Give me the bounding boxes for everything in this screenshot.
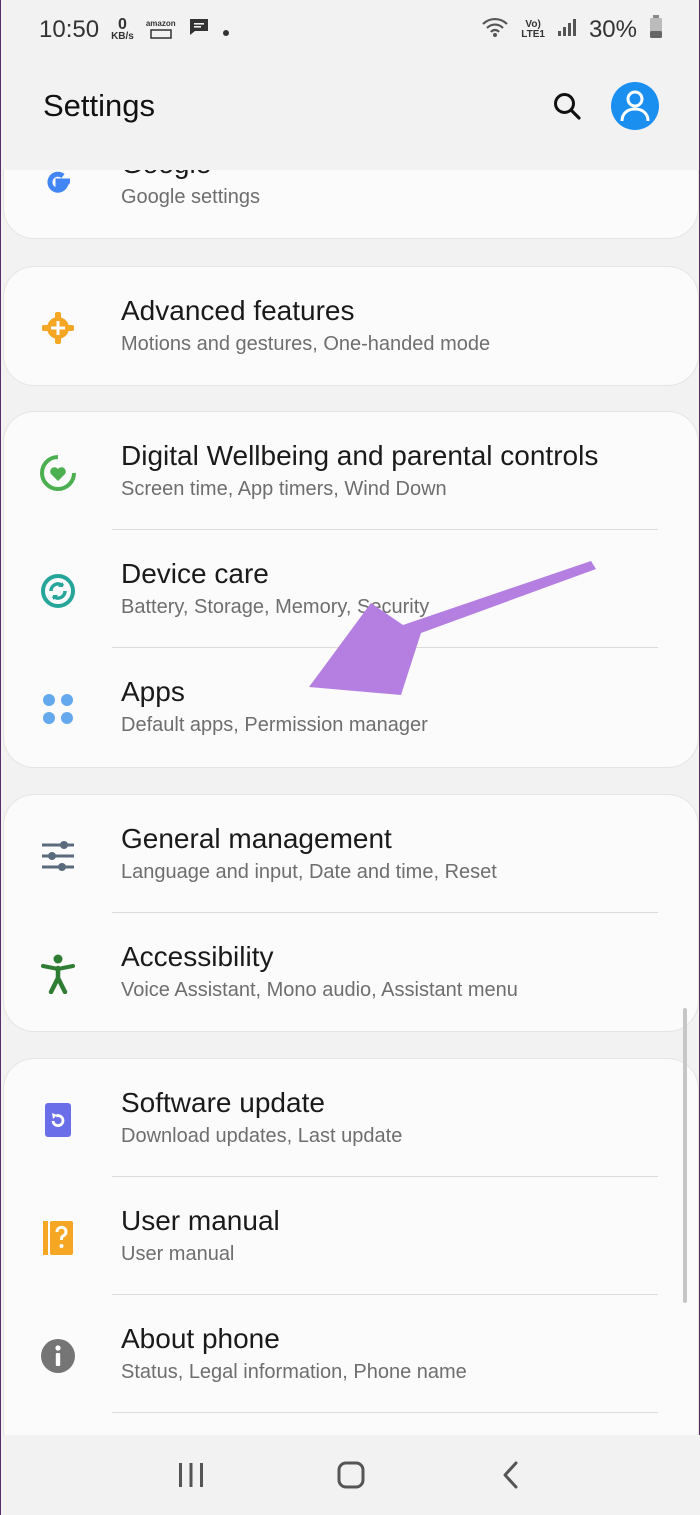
settings-item-advanced-features[interactable]: Advanced features Motions and gestures, … [4,267,698,385]
back-icon [503,1461,518,1489]
settings-item-subtitle: Google settings [121,186,260,208]
device-care-icon [38,571,78,611]
settings-item-title: About phone [121,1323,280,1354]
wellbeing-heart-icon [38,453,78,493]
status-bar: 10:50 0 KB/s amazon Vo) LTE1 30% [1,0,700,60]
settings-item-title: Google [121,170,211,180]
gear-plus-icon [38,308,78,348]
settings-item-accessibility[interactable]: Accessibility Voice Assistant, Mono audi… [4,913,698,1031]
settings-card-google: Google Google settings [4,170,698,238]
settings-card-wellbeing-device-apps: Digital Wellbeing and parental controls … [4,412,698,767]
back-button[interactable] [481,1445,541,1505]
page-title: Settings [43,88,156,123]
data-rate-value: 0 [118,16,127,33]
settings-item-subtitle: Voice Assistant, Mono audio, Assistant m… [121,979,518,1001]
settings-item-title: User manual [121,1205,280,1236]
settings-item-title: Device care [121,558,269,589]
accessibility-icon [38,954,78,994]
settings-list[interactable]: Google Google settings Advanced features… [1,170,700,1435]
apps-grid-icon [38,689,78,729]
settings-item-title: Apps [121,676,185,707]
data-rate: 0 KB/s [111,16,134,42]
settings-item-user-manual[interactable]: User manual User manual [4,1177,698,1295]
scrollbar[interactable] [683,1008,687,1303]
message-notification-icon [188,16,210,44]
app-header: Settings [1,70,700,142]
settings-item-title: Accessibility [121,941,274,972]
settings-item-title: General management [121,823,392,854]
settings-item-title: Software update [121,1087,325,1118]
search-icon [554,93,581,120]
settings-item-title: Digital Wellbeing and parental controls [121,440,599,471]
settings-item-device-care[interactable]: Device care Battery, Storage, Memory, Se… [4,530,698,648]
battery-percent: 30% [588,16,637,43]
battery-icon [649,14,663,46]
settings-item-subtitle: Battery, Storage, Memory, Security [121,596,430,618]
home-icon [337,1461,365,1489]
account-icon [620,90,650,122]
settings-item-subtitle: Motions and gestures, One-handed mode [121,333,491,355]
search-button[interactable] [547,86,587,126]
status-time: 10:50 [39,16,100,43]
status-right: Vo) LTE1 30% [481,14,663,46]
settings-item-subtitle: Screen time, App timers, Wind Down [121,478,447,500]
recent-apps-button[interactable] [161,1445,221,1505]
settings-item-about-phone[interactable]: About phone Status, Legal information, P… [4,1295,698,1413]
user-manual-icon [38,1218,78,1258]
settings-item-subtitle: Language and input, Date and time, Reset [121,861,497,883]
settings-item-digital-wellbeing[interactable]: Digital Wellbeing and parental controls … [4,412,698,530]
account-avatar-button[interactable] [611,82,659,130]
settings-item-google[interactable]: Google Google settings [4,170,698,238]
more-notifications-dot-icon [222,16,230,44]
divider [112,1412,658,1413]
settings-item-apps[interactable]: Apps Default apps, Permission manager [4,648,698,766]
google-icon [38,170,78,201]
settings-item-general-management[interactable]: General management Language and input, D… [4,795,698,913]
settings-card-advanced: Advanced features Motions and gestures, … [4,267,698,385]
volte-indicator: Vo) LTE1 [521,20,545,40]
settings-item-subtitle: Status, Legal information, Phone name [121,1361,467,1383]
sliders-icon [38,836,78,876]
navigation-bar [1,1435,700,1515]
settings-item-subtitle: Download updates, Last update [121,1125,403,1147]
info-icon [38,1336,78,1376]
recent-apps-icon [179,1463,203,1487]
status-left: 10:50 0 KB/s amazon [39,16,230,44]
settings-item-software-update[interactable]: Software update Download updates, Last u… [4,1059,698,1177]
amazon-notification-icon: amazon [146,19,176,42]
settings-item-subtitle: Default apps, Permission manager [121,714,428,736]
home-button[interactable] [321,1445,381,1505]
data-rate-unit: KB/s [111,31,134,42]
settings-card-update-manual-about: Software update Download updates, Last u… [4,1059,698,1435]
settings-item-subtitle: User manual [121,1243,235,1265]
signal-icon [557,16,577,44]
settings-card-general-accessibility: General management Language and input, D… [4,795,698,1031]
settings-item-title: Advanced features [121,295,355,326]
wifi-icon [481,16,509,45]
software-update-icon [38,1100,78,1140]
lte-label: LTE1 [521,29,545,40]
amazon-label: amazon [145,18,176,28]
